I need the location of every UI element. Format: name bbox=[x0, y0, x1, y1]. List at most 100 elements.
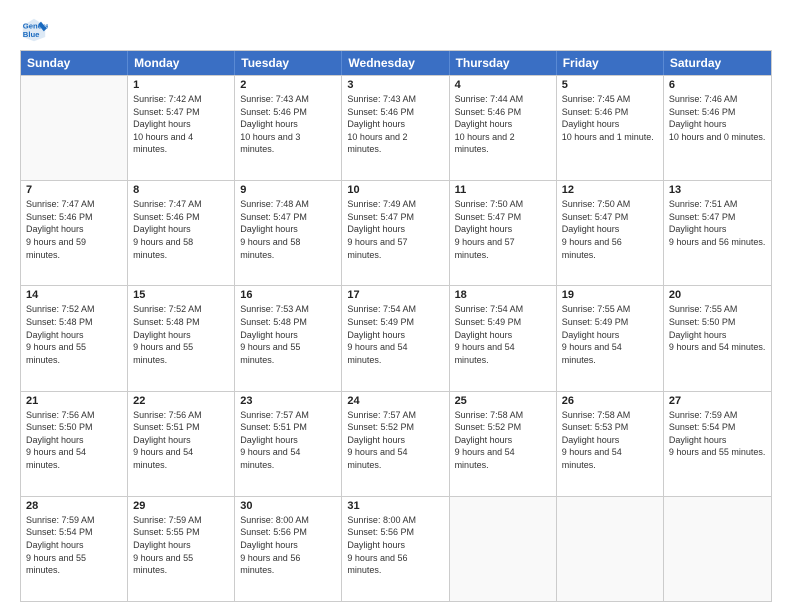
cal-cell-empty-4-5 bbox=[557, 497, 664, 601]
calendar: SundayMondayTuesdayWednesdayThursdayFrid… bbox=[20, 50, 772, 602]
header-day-thursday: Thursday bbox=[450, 51, 557, 75]
day-number: 10 bbox=[347, 184, 443, 196]
header-day-monday: Monday bbox=[128, 51, 235, 75]
day-number: 26 bbox=[562, 395, 658, 407]
header-day-sunday: Sunday bbox=[21, 51, 128, 75]
day-number: 25 bbox=[455, 395, 551, 407]
cal-cell-9: 9Sunrise: 7:48 AMSunset: 5:47 PMDaylight… bbox=[235, 181, 342, 285]
cal-cell-23: 23 Sunrise: 7:57 AMSunset: 5:51 PMDayligh… bbox=[235, 392, 342, 496]
cell-info: Sunrise: 7:59 AMSunset: 5:54 PMDaylight … bbox=[669, 409, 766, 459]
cal-cell-25: 25 Sunrise: 7:58 AMSunset: 5:52 PMDayligh… bbox=[450, 392, 557, 496]
logo: General Blue bbox=[20, 16, 52, 44]
cal-cell-27: 27 Sunrise: 7:59 AMSunset: 5:54 PMDayligh… bbox=[664, 392, 771, 496]
day-number: 20 bbox=[669, 289, 766, 301]
day-number: 15 bbox=[133, 289, 229, 301]
cal-cell-29: 29 Sunrise: 7:59 AMSunset: 5:55 PMDayligh… bbox=[128, 497, 235, 601]
cal-cell-empty-4-6 bbox=[664, 497, 771, 601]
header-day-friday: Friday bbox=[557, 51, 664, 75]
cell-info: Sunrise: 7:50 AMSunset: 5:47 PMDaylight … bbox=[455, 198, 551, 261]
cell-info: Sunrise: 7:43 AMSunset: 5:46 PMDaylight … bbox=[347, 93, 443, 156]
week-row-4: 28Sunrise: 7:59 AMSunset: 5:54 PMDayligh… bbox=[21, 496, 771, 601]
logo-icon: General Blue bbox=[20, 16, 48, 44]
day-number: 24 bbox=[347, 395, 443, 407]
cell-info: Sunrise: 7:55 AMSunset: 5:49 PMDaylight … bbox=[562, 303, 658, 366]
cell-info: Sunrise: 7:56 AMSunset: 5:51 PMDaylight … bbox=[133, 409, 229, 472]
cell-info: Sunrise: 7:52 AMSunset: 5:48 PMDaylight … bbox=[133, 303, 229, 366]
cal-cell-24: 24 Sunrise: 7:57 AMSunset: 5:52 PMDayligh… bbox=[342, 392, 449, 496]
cell-info: Sunrise: 7:47 AMSunset: 5:46 PMDaylight … bbox=[133, 198, 229, 261]
cal-cell-empty-0-0 bbox=[21, 76, 128, 180]
cell-info: Sunrise: 7:48 AMSunset: 5:47 PMDaylight … bbox=[240, 198, 336, 261]
cell-info: Sunrise: 7:53 AMSunset: 5:48 PMDaylight … bbox=[240, 303, 336, 366]
day-number: 14 bbox=[26, 289, 122, 301]
header-day-tuesday: Tuesday bbox=[235, 51, 342, 75]
cal-cell-4: 4 Sunrise: 7:44 AMSunset: 5:46 PMDaylight… bbox=[450, 76, 557, 180]
cell-info: Sunrise: 7:54 AMSunset: 5:49 PMDaylight … bbox=[347, 303, 443, 366]
cal-cell-13: 13 Sunrise: 7:51 AMSunset: 5:47 PMDayligh… bbox=[664, 181, 771, 285]
day-number: 11 bbox=[455, 184, 551, 196]
cal-cell-15: 15 Sunrise: 7:52 AMSunset: 5:48 PMDayligh… bbox=[128, 286, 235, 390]
day-number: 23 bbox=[240, 395, 336, 407]
week-row-3: 21 Sunrise: 7:56 AMSunset: 5:50 PMDayligh… bbox=[21, 391, 771, 496]
cell-info: Sunrise: 7:45 AMSunset: 5:46 PMDaylight … bbox=[562, 93, 658, 143]
calendar-body: 1Sunrise: 7:42 AMSunset: 5:47 PMDaylight… bbox=[21, 75, 771, 601]
day-number: 13 bbox=[669, 184, 766, 196]
cal-cell-3: 3Sunrise: 7:43 AMSunset: 5:46 PMDaylight… bbox=[342, 76, 449, 180]
cal-cell-7: 7 Sunrise: 7:47 AMSunset: 5:46 PMDaylight… bbox=[21, 181, 128, 285]
day-number: 6 bbox=[669, 79, 766, 91]
cell-info: Sunrise: 7:57 AMSunset: 5:51 PMDaylight … bbox=[240, 409, 336, 472]
day-number: 22 bbox=[133, 395, 229, 407]
cell-info: Sunrise: 7:57 AMSunset: 5:52 PMDaylight … bbox=[347, 409, 443, 472]
day-number: 29 bbox=[133, 500, 229, 512]
cal-cell-12: 12 Sunrise: 7:50 AMSunset: 5:47 PMDayligh… bbox=[557, 181, 664, 285]
cal-cell-10: 10Sunrise: 7:49 AMSunset: 5:47 PMDayligh… bbox=[342, 181, 449, 285]
cal-cell-19: 19 Sunrise: 7:55 AMSunset: 5:49 PMDayligh… bbox=[557, 286, 664, 390]
day-number: 30 bbox=[240, 500, 336, 512]
cell-info: Sunrise: 7:47 AMSunset: 5:46 PMDaylight … bbox=[26, 198, 122, 261]
cal-cell-20: 20Sunrise: 7:55 AMSunset: 5:50 PMDayligh… bbox=[664, 286, 771, 390]
cal-cell-26: 26 Sunrise: 7:58 AMSunset: 5:53 PMDayligh… bbox=[557, 392, 664, 496]
cal-cell-2: 2 Sunrise: 7:43 AMSunset: 5:46 PMDaylight… bbox=[235, 76, 342, 180]
cal-cell-18: 18 Sunrise: 7:54 AMSunset: 5:49 PMDayligh… bbox=[450, 286, 557, 390]
day-number: 2 bbox=[240, 79, 336, 91]
cal-cell-1: 1Sunrise: 7:42 AMSunset: 5:47 PMDaylight… bbox=[128, 76, 235, 180]
cell-info: Sunrise: 7:58 AMSunset: 5:53 PMDaylight … bbox=[562, 409, 658, 472]
cell-info: Sunrise: 7:42 AMSunset: 5:47 PMDaylight … bbox=[133, 93, 229, 156]
week-row-0: 1Sunrise: 7:42 AMSunset: 5:47 PMDaylight… bbox=[21, 75, 771, 180]
cell-info: Sunrise: 7:58 AMSunset: 5:52 PMDaylight … bbox=[455, 409, 551, 472]
day-number: 7 bbox=[26, 184, 122, 196]
day-number: 17 bbox=[347, 289, 443, 301]
cal-cell-8: 8 Sunrise: 7:47 AMSunset: 5:46 PMDaylight… bbox=[128, 181, 235, 285]
day-number: 27 bbox=[669, 395, 766, 407]
day-number: 21 bbox=[26, 395, 122, 407]
cell-info: Sunrise: 7:52 AMSunset: 5:48 PMDaylight … bbox=[26, 303, 122, 366]
cell-info: Sunrise: 7:54 AMSunset: 5:49 PMDaylight … bbox=[455, 303, 551, 366]
page: General Blue SundayMondayTuesdayWednesda… bbox=[0, 0, 792, 612]
day-number: 28 bbox=[26, 500, 122, 512]
day-number: 31 bbox=[347, 500, 443, 512]
cell-info: Sunrise: 7:51 AMSunset: 5:47 PMDaylight … bbox=[669, 198, 766, 248]
day-number: 18 bbox=[455, 289, 551, 301]
cal-cell-17: 17 Sunrise: 7:54 AMSunset: 5:49 PMDayligh… bbox=[342, 286, 449, 390]
cell-info: Sunrise: 7:43 AMSunset: 5:46 PMDaylight … bbox=[240, 93, 336, 156]
week-row-2: 14 Sunrise: 7:52 AMSunset: 5:48 PMDayligh… bbox=[21, 285, 771, 390]
cal-cell-14: 14 Sunrise: 7:52 AMSunset: 5:48 PMDayligh… bbox=[21, 286, 128, 390]
day-number: 12 bbox=[562, 184, 658, 196]
week-row-1: 7 Sunrise: 7:47 AMSunset: 5:46 PMDaylight… bbox=[21, 180, 771, 285]
day-number: 8 bbox=[133, 184, 229, 196]
cell-info: Sunrise: 8:00 AMSunset: 5:56 PMDaylight … bbox=[240, 514, 336, 577]
cell-info: Sunrise: 7:44 AMSunset: 5:46 PMDaylight … bbox=[455, 93, 551, 156]
cell-info: Sunrise: 7:59 AMSunset: 5:55 PMDaylight … bbox=[133, 514, 229, 577]
cal-cell-31: 31 Sunrise: 8:00 AMSunset: 5:56 PMDayligh… bbox=[342, 497, 449, 601]
header-day-saturday: Saturday bbox=[664, 51, 771, 75]
cell-info: Sunrise: 7:46 AMSunset: 5:46 PMDaylight … bbox=[669, 93, 766, 143]
cal-cell-21: 21 Sunrise: 7:56 AMSunset: 5:50 PMDayligh… bbox=[21, 392, 128, 496]
cal-cell-11: 11 Sunrise: 7:50 AMSunset: 5:47 PMDayligh… bbox=[450, 181, 557, 285]
day-number: 19 bbox=[562, 289, 658, 301]
day-number: 5 bbox=[562, 79, 658, 91]
day-number: 4 bbox=[455, 79, 551, 91]
cell-info: Sunrise: 8:00 AMSunset: 5:56 PMDaylight … bbox=[347, 514, 443, 577]
cell-info: Sunrise: 7:50 AMSunset: 5:47 PMDaylight … bbox=[562, 198, 658, 261]
day-number: 16 bbox=[240, 289, 336, 301]
cell-info: Sunrise: 7:56 AMSunset: 5:50 PMDaylight … bbox=[26, 409, 122, 472]
